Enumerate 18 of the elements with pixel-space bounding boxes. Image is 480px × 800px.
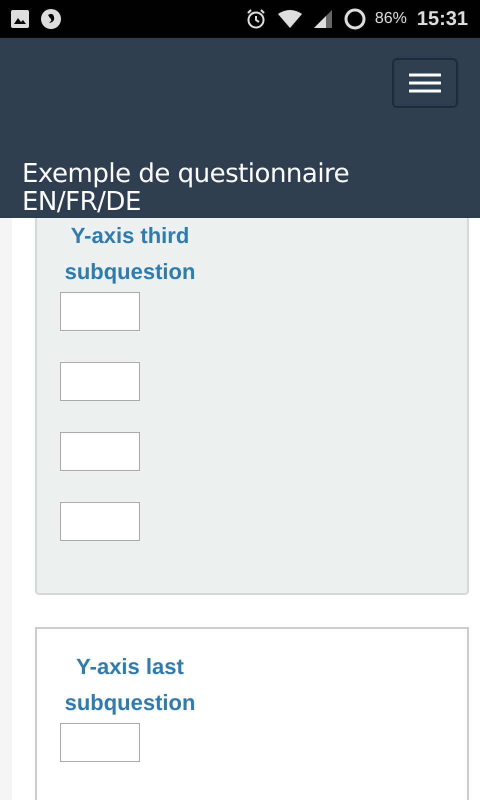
answer-field[interactable]	[60, 432, 140, 471]
signal-icon	[312, 9, 333, 29]
subquestion-label: Y-axis third subquestion	[64, 222, 196, 286]
alarm-icon	[244, 8, 267, 30]
wifi-icon	[276, 9, 303, 29]
browser-icon	[40, 8, 62, 30]
clock-time: 15:31	[416, 8, 468, 30]
image-icon	[10, 9, 30, 29]
menu-icon	[409, 72, 441, 94]
answer-field[interactable]	[60, 292, 140, 331]
battery-percentage: 86%	[374, 10, 407, 28]
answer-field[interactable]	[60, 723, 140, 762]
subquestion-label: Y-axis last subquestion	[64, 653, 196, 717]
page-title: Exemple de questionnaire EN/FR/DE	[22, 160, 350, 216]
menu-button[interactable]	[392, 58, 458, 108]
battery-icon	[342, 7, 367, 31]
answer-field[interactable]	[60, 362, 140, 401]
answer-field[interactable]	[60, 502, 140, 541]
